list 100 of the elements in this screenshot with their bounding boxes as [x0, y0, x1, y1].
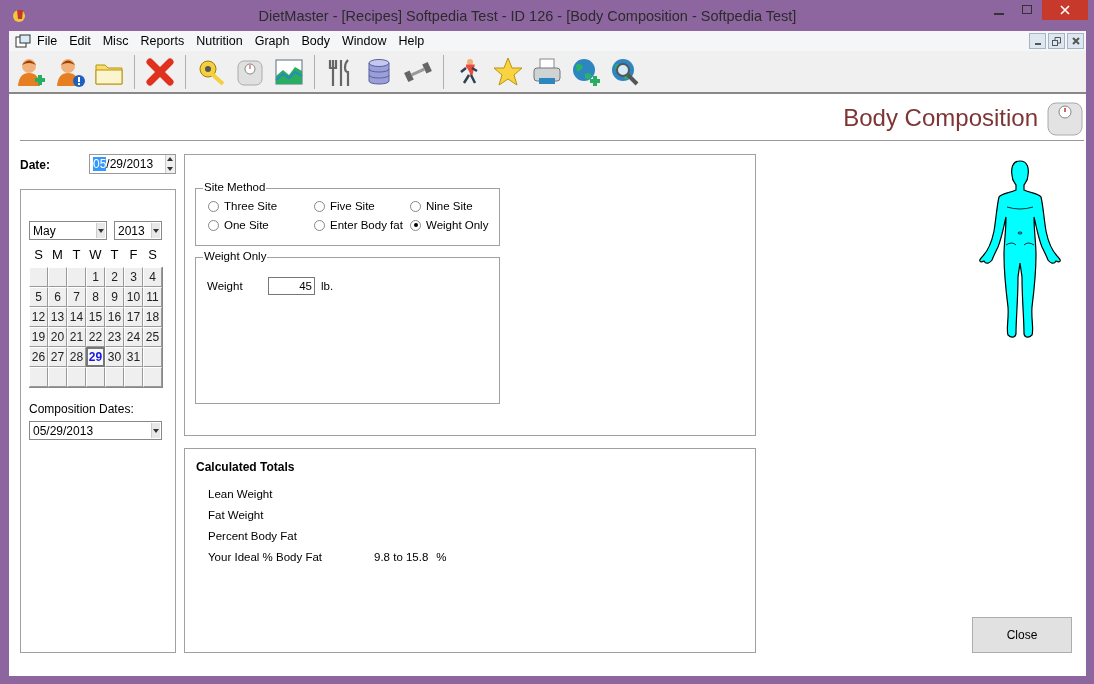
calendar-day[interactable]: 4	[143, 267, 162, 287]
calendar-day[interactable]: 7	[67, 287, 86, 307]
menu-item[interactable]: Graph	[248, 34, 296, 48]
calendar-day[interactable]: 18	[143, 307, 162, 327]
caret-icon	[98, 228, 104, 233]
calendar-day[interactable]: 23	[105, 327, 124, 347]
document-icon[interactable]	[15, 34, 31, 48]
weekday-label: T	[71, 247, 82, 262]
weekday-label: T	[109, 247, 120, 262]
total-label: Lean Weight	[208, 487, 274, 500]
weight-label: Weight	[207, 280, 244, 292]
calendar-day[interactable]: 20	[48, 327, 67, 347]
radio-option[interactable]: Weight Only	[410, 219, 500, 231]
menu-item[interactable]: Edit	[63, 34, 97, 48]
unit-label: %	[436, 550, 447, 563]
group-title: Weight Only	[203, 250, 268, 262]
unit-label: lb.	[321, 280, 334, 292]
month-dropdown[interactable]: May	[29, 221, 107, 240]
calendar-day[interactable]: 5	[29, 287, 48, 307]
composition-dates-dropdown[interactable]: 05/29/2013	[29, 421, 162, 440]
radio-label: Weight Only	[426, 219, 489, 231]
calendar-day[interactable]: 11	[143, 287, 162, 307]
calendar-day[interactable]: 28	[67, 347, 86, 367]
calendar-day[interactable]: 30	[105, 347, 124, 367]
app-logo-icon	[11, 7, 27, 23]
composition-dates-label: Composition Dates:	[29, 402, 135, 416]
total-label: Percent Body Fat	[208, 529, 298, 542]
spinner-icon[interactable]	[165, 155, 175, 173]
caret-icon	[153, 228, 159, 233]
close-button[interactable]	[1042, 0, 1088, 20]
radio-label: Enter Body fat	[330, 219, 403, 231]
close-icon	[1060, 5, 1070, 15]
minimize-icon	[994, 13, 1004, 15]
menu-item[interactable]: Reports	[134, 34, 191, 48]
calendar-day[interactable]: 26	[29, 347, 48, 367]
calendar-day[interactable]: 31	[124, 347, 143, 367]
calendar-day[interactable]: 6	[48, 287, 67, 307]
menu-item[interactable]: Nutrition	[190, 34, 249, 48]
caret-icon	[153, 428, 159, 433]
calendar-day[interactable]: 14	[67, 307, 86, 327]
menu-item[interactable]: Help	[392, 34, 431, 48]
minimize-button[interactable]	[1029, 33, 1046, 49]
weekday-label: S	[147, 247, 158, 262]
calendar-day[interactable]: 19	[29, 327, 48, 347]
close-button[interactable]	[1067, 33, 1084, 49]
radio-label: Three Site	[224, 200, 278, 212]
maximize-icon	[1022, 5, 1032, 15]
menu-item[interactable]: Window	[336, 34, 393, 48]
menu-item[interactable]: File	[31, 34, 64, 48]
menu-item[interactable]: Body	[295, 34, 336, 48]
calendar-day[interactable]: 17	[124, 307, 143, 327]
calendar-day[interactable]: 12	[29, 307, 48, 327]
calendar-day[interactable]: 9	[105, 287, 124, 307]
year-dropdown[interactable]: 2013	[114, 221, 162, 240]
menu-item[interactable]: Misc	[96, 34, 135, 48]
calendar-day[interactable]: 24	[124, 327, 143, 347]
total-value: 9.8 to 15.8	[374, 550, 429, 563]
radio-option[interactable]: Nine Site	[410, 200, 500, 212]
calendar-day[interactable]: 29	[86, 347, 105, 367]
radio-option[interactable]: Five Site	[314, 200, 410, 212]
star-icon	[492, 55, 524, 88]
calendar-day[interactable]: 13	[48, 307, 67, 327]
delete-icon	[144, 55, 176, 88]
calendar-day[interactable]: 22	[86, 327, 105, 347]
weekday-label: S	[33, 247, 44, 262]
weekday-label: F	[128, 247, 139, 262]
radio-option[interactable]: One Site	[208, 219, 314, 231]
window-title: DietMaster - [Recipes] Softpedia Test - ID 126 - [Body Composition - Softpedia Test]	[258, 7, 797, 24]
radio-option[interactable]: Enter Body fat	[314, 219, 410, 231]
total-label: Your Ideal % Body Fat	[208, 550, 323, 563]
weekday-label: W	[88, 247, 103, 262]
calendar-day[interactable]: 2	[105, 267, 124, 287]
radio-button[interactable]	[410, 219, 421, 231]
radio-label: Nine Site	[426, 200, 473, 212]
radio-label: Five Site	[330, 200, 375, 212]
date-label: Date:	[20, 157, 50, 174]
page-title: Body Composition	[843, 104, 1038, 132]
weight-field[interactable]: 45	[268, 277, 315, 295]
close-button[interactable]: Close	[972, 617, 1072, 653]
radio-button[interactable]	[410, 200, 421, 212]
calendar-day[interactable]: 3	[124, 267, 143, 287]
radio-label: One Site	[224, 219, 269, 231]
calendar-day[interactable]: 15	[86, 307, 105, 327]
radio-button[interactable]	[208, 219, 219, 231]
group-title: Site Method	[203, 181, 267, 193]
restore-icon	[1052, 36, 1061, 46]
radio-button[interactable]	[314, 219, 325, 231]
close-icon	[1071, 37, 1080, 45]
totals-title: Calculated Totals	[196, 460, 296, 474]
calendar-day[interactable]: 10	[124, 287, 143, 307]
radio-button[interactable]	[314, 200, 325, 212]
calendar-day[interactable]: 27	[48, 347, 67, 367]
calendar-day[interactable]: 21	[67, 327, 86, 347]
calendar-day[interactable]: 1	[86, 267, 105, 287]
restore-button[interactable]	[1048, 33, 1065, 49]
radio-button[interactable]	[208, 200, 219, 212]
calendar-day[interactable]: 16	[105, 307, 124, 327]
calendar-day[interactable]: 8	[86, 287, 105, 307]
calendar-day[interactable]: 25	[143, 327, 162, 347]
radio-option[interactable]: Three Site	[208, 200, 314, 212]
